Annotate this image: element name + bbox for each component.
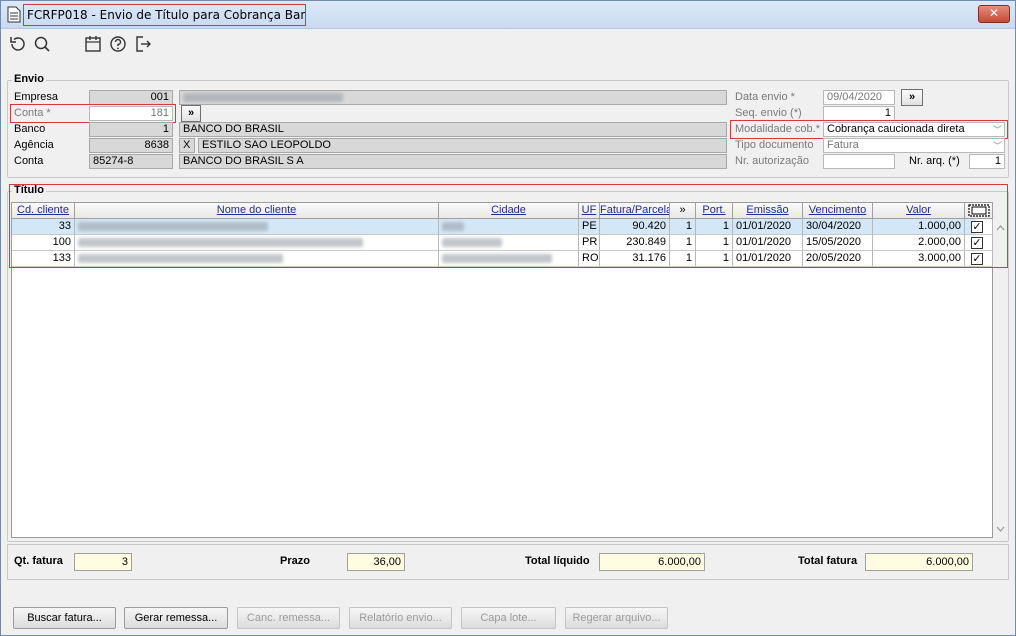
toolbar [1,30,1015,60]
seq-envio-field[interactable]: 1 [823,106,895,121]
capa-lote-button[interactable]: Capa lote... [461,607,556,629]
empresa-label: Empresa [14,91,59,103]
conta-lookup-button[interactable]: » [181,105,201,122]
regerar-arquivo-button[interactable]: Regerar arquivo... [565,607,668,629]
data-envio-field[interactable]: 09/04/2020 [823,90,895,105]
modalidade-highlight [730,120,1008,139]
search-icon[interactable] [33,35,51,53]
qt-fatura-label: Qt. fatura [14,555,63,567]
banco-label: Banco [14,123,46,135]
tipo-doc-select[interactable]: Fatura ﹀ [823,138,1005,153]
nr-arq-field[interactable]: 1 [969,154,1005,169]
total-fatura-field: 6.000,00 [865,553,973,571]
buscar-fatura-button[interactable]: Buscar fatura... [13,607,116,629]
agencia-label: Agência [14,139,54,151]
conta-corrente-label: Conta [14,155,44,167]
banco-name-field: BANCO DO BRASIL [179,122,727,137]
chevron-down-icon: ﹀ [992,141,1002,151]
prazo-field: 36,00 [347,553,405,571]
prazo-label: Prazo [280,555,310,567]
data-envio-button[interactable]: » [901,89,923,106]
tipo-doc-value: Fatura [827,139,859,151]
empresa-name-redacted [183,92,343,102]
cancelar-remessa-button[interactable]: Canc. remessa... [237,607,340,629]
total-fatura-label: Total fatura [798,555,858,567]
conta-corrente-name-field: BANCO DO BRASIL S A [179,154,727,169]
banco-code-field: 1 [89,122,173,137]
conta-highlight [10,104,176,123]
help-icon[interactable] [109,35,127,53]
qt-fatura-field: 3 [74,553,132,571]
window-title: FCRFP018 - Envio de Título para Cobrança… [23,4,306,26]
nr-autorizacao-field[interactable] [823,154,895,169]
tipo-doc-label: Tipo documento [735,139,814,151]
totals-panel [7,544,1009,580]
document-icon [7,6,21,23]
empresa-code-field[interactable]: 001 [89,90,173,105]
calendar-icon[interactable] [84,35,102,53]
conta-corrente-field: 85274-8 [89,154,173,169]
nr-autorizacao-label: Nr. autorização [735,155,809,167]
undo-icon[interactable] [8,35,26,53]
seq-envio-label: Seq. envio (*) [735,107,802,119]
total-liquido-field: 6.000,00 [599,553,705,571]
total-liquido-label: Total líquido [525,555,590,567]
title-bar: FCRFP018 - Envio de Título para Cobrança… [1,1,1015,29]
titulo-highlight [9,184,1008,268]
data-envio-label: Data envio * [735,91,795,103]
relatorio-envio-button[interactable]: Relatório envio... [349,607,452,629]
exit-icon[interactable] [134,35,152,53]
empresa-name-field [179,90,727,105]
nr-arq-label: Nr. arq. (*) [909,155,960,167]
app-window: FCRFP018 - Envio de Título para Cobrança… [0,0,1016,636]
envio-group-label: Envio [12,73,46,85]
agencia-flag-field: X [179,138,195,153]
agencia-name-field: ESTILO SAO LEOPOLDO [198,138,727,153]
agencia-code-field: 8638 [89,138,173,153]
gerar-remessa-button[interactable]: Gerar remessa... [124,607,228,629]
close-button[interactable]: ✕ [978,5,1010,23]
